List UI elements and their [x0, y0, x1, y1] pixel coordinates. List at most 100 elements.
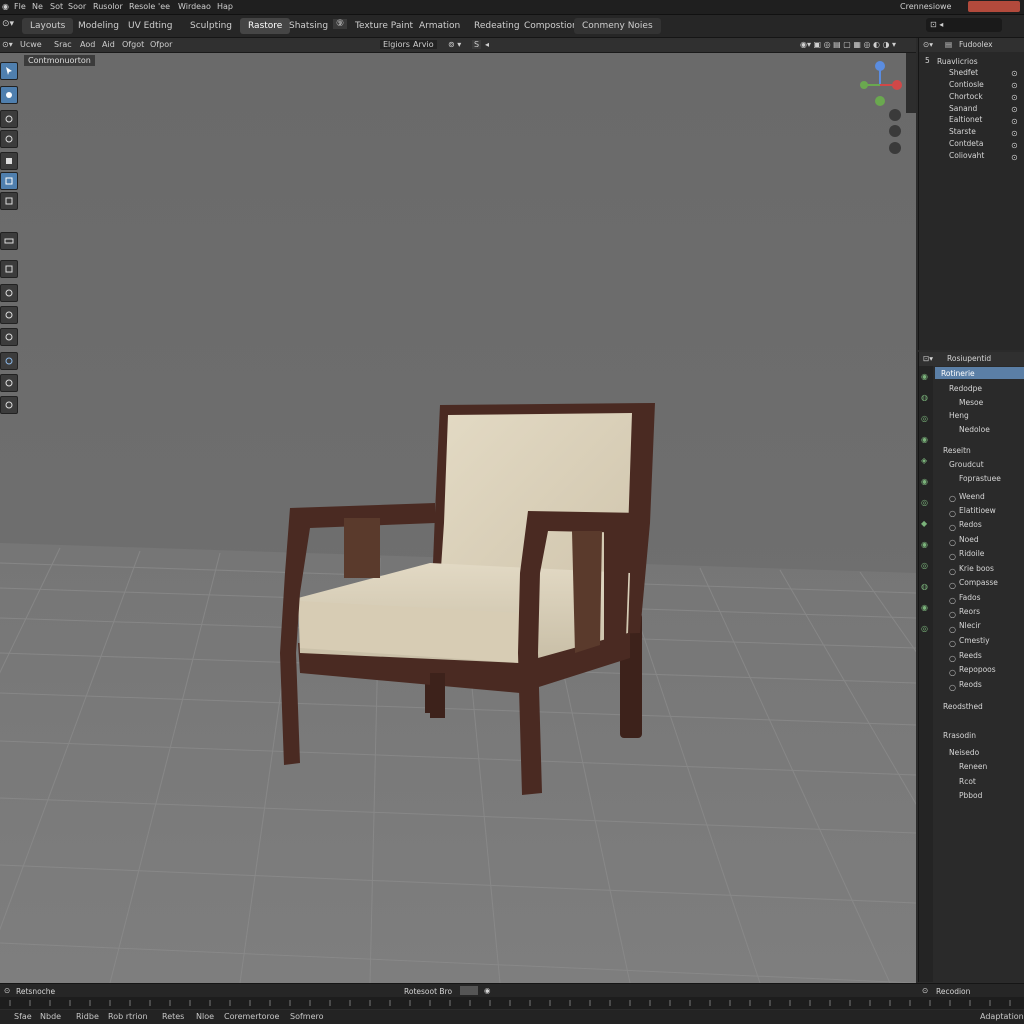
tab-geometry-nodes[interactable]: Conmeny Noies [574, 18, 661, 34]
menu-item-6[interactable]: Resole [129, 2, 155, 11]
snap-icon[interactable]: ⊚ ▾ [448, 40, 461, 49]
tab-modeling[interactable]: Modeling [70, 18, 127, 34]
menu-select[interactable]: Aod [80, 40, 95, 49]
editor-type-icon[interactable]: ⊙▾ [2, 19, 14, 29]
outliner-item[interactable]: Sanand [949, 104, 977, 113]
prop-list-item[interactable]: Repopoos [959, 665, 996, 674]
add-cube-icon[interactable] [0, 260, 18, 278]
loop-cut-icon[interactable] [0, 352, 18, 370]
scene-name[interactable]: Crennesiowe [900, 2, 951, 11]
extrude-icon[interactable] [0, 284, 18, 302]
prop-item[interactable]: Redodpe [949, 384, 982, 393]
3d-viewport[interactable]: Contmonuorton [0, 53, 916, 983]
prop-item[interactable]: Heng [949, 411, 969, 420]
playback-label[interactable]: Rotesoot Bro [404, 987, 452, 996]
transform-orientation-select[interactable]: Elgiors [380, 40, 413, 49]
prop-list-item[interactable]: Ridoile [959, 549, 984, 558]
prop-list-item[interactable]: Elatitioew [959, 506, 996, 515]
proportional-edit-icon[interactable]: S [472, 40, 482, 49]
tab-sculpting[interactable]: Sculpting [182, 18, 240, 34]
prop-item[interactable]: Mesoe [959, 398, 983, 407]
menu-add[interactable]: Aid [102, 40, 115, 49]
outliner-item[interactable]: Chortock [949, 92, 983, 101]
outliner-item[interactable]: Coliovaht [949, 151, 984, 160]
menu-item-3[interactable]: Sot [50, 2, 63, 11]
prop-list-item[interactable]: Compasse [959, 578, 998, 587]
menu-extra[interactable]: Ofpor [150, 40, 172, 49]
annotate-icon[interactable] [0, 192, 18, 210]
move-icon[interactable] [0, 110, 18, 128]
timeline-editor-icon[interactable]: ⊙ [4, 986, 10, 995]
checkbox-icons[interactable]: ○ ○ ○ ○ ○ ○ ○ ○ ○ ○ ○ ○ ○ ○ [949, 492, 956, 695]
menu-help[interactable]: Hap [217, 2, 233, 11]
falloff-icon[interactable]: ◂ [485, 40, 489, 49]
frame-field[interactable] [460, 986, 478, 995]
menu-window[interactable]: Wirdeao [178, 2, 211, 11]
menu-item-4[interactable]: Soor [68, 2, 86, 11]
timeline-label[interactable]: Retsnoche [16, 987, 55, 996]
menu-edit[interactable]: Ne [32, 2, 43, 11]
pivot-select[interactable]: Arvio [410, 40, 437, 49]
prop-item[interactable]: Foprastuee [959, 474, 1001, 483]
blender-logo-icon[interactable]: ◉ [2, 2, 9, 11]
tab-shading[interactable]: Shatsing [281, 18, 336, 34]
prop-list-item[interactable]: Reors [959, 607, 980, 616]
timeline-ruler[interactable] [0, 997, 1024, 1009]
outliner-item[interactable]: Ealtionet [949, 115, 982, 124]
prop-item[interactable]: Rcot [959, 777, 976, 786]
group-title[interactable]: Groudcut [949, 460, 984, 469]
menu-object[interactable]: Ofgot [122, 40, 144, 49]
prop-list-item[interactable]: Reeds [959, 651, 982, 660]
prop-item[interactable]: Pbbod [959, 791, 982, 800]
properties-editor-icon[interactable]: ⊡▾ [923, 354, 933, 363]
outliner-filter-icon[interactable]: ▤ [945, 40, 952, 49]
prop-item[interactable]: Nedoloe [959, 425, 990, 434]
tab-texture-paint[interactable]: Texture Paint [347, 18, 421, 34]
tab-animation[interactable]: Armation [411, 18, 468, 34]
prop-list-item[interactable]: Redos [959, 520, 982, 529]
transform-icon[interactable] [0, 172, 18, 190]
scene-collection-label[interactable]: Ruavlicrios [937, 57, 978, 66]
outliner-item[interactable]: Contiosle [949, 80, 984, 89]
play-icon[interactable]: ◉ [484, 986, 491, 995]
prop-list-item[interactable]: Krie boos [959, 564, 994, 573]
prop-list-item[interactable]: Cmestiy [959, 636, 990, 645]
visibility-eye-icons[interactable]: ⊙ ⊙ ⊙ ⊙ ⊙ ⊙ ⊙ ⊙ [1011, 68, 1018, 164]
menu-render[interactable]: Rusolor [93, 2, 123, 11]
section-header[interactable]: Reodsthed [943, 702, 983, 711]
measure-icon[interactable] [0, 232, 18, 250]
tab-layout[interactable]: Layouts [22, 18, 74, 34]
view-layer-selector[interactable]: ⊡ ◂ [926, 18, 1002, 32]
prop-list-item[interactable]: Nlecir [959, 621, 981, 630]
menu-item-7[interactable]: 'ee [158, 2, 170, 11]
scale-icon[interactable] [0, 152, 18, 170]
tab-uv-editing[interactable]: UV Edting [120, 18, 180, 34]
outliner-item[interactable]: Starste [949, 127, 976, 136]
section-header[interactable]: Reseitn [943, 446, 971, 455]
menu-file[interactable]: Fle [14, 2, 26, 11]
viewport-mode[interactable]: Ucwe [20, 40, 42, 49]
spin-icon[interactable] [0, 396, 18, 414]
inset-icon[interactable] [0, 306, 18, 324]
cursor-icon[interactable] [0, 62, 18, 80]
editor-type-icon[interactable]: ⊙▾ [2, 40, 13, 49]
render-icon[interactable]: ⊙ [922, 986, 928, 995]
knife-icon[interactable] [0, 374, 18, 392]
scene-collection-icon[interactable]: 5 [925, 56, 930, 65]
prop-item[interactable]: Reneen [959, 762, 987, 771]
menu-view[interactable]: Srac [54, 40, 72, 49]
group-title[interactable]: Neisedo [949, 748, 979, 757]
bevel-icon[interactable] [0, 328, 18, 346]
prop-list-item[interactable]: Weend [959, 492, 985, 501]
section-header[interactable]: Rrasodin [943, 731, 976, 740]
render-label[interactable]: Recodion [936, 987, 970, 996]
prop-list-item[interactable]: Fados [959, 593, 980, 602]
select-box-icon[interactable] [0, 86, 18, 104]
properties-tab-icons[interactable]: ◉ ◍ ◎ ◉ ◈ ◉ ◎ ◆ ◉ ◎ ◍ ◉ ◎ [919, 366, 933, 639]
layout-number-icon[interactable]: ⑨ [333, 19, 348, 29]
properties-selected[interactable]: Rotinerie [941, 369, 975, 378]
outliner-item[interactable]: Shedfet [949, 68, 978, 77]
close-window-button[interactable] [968, 1, 1020, 12]
rotate-icon[interactable] [0, 130, 18, 148]
prop-list-item[interactable]: Noed [959, 535, 979, 544]
